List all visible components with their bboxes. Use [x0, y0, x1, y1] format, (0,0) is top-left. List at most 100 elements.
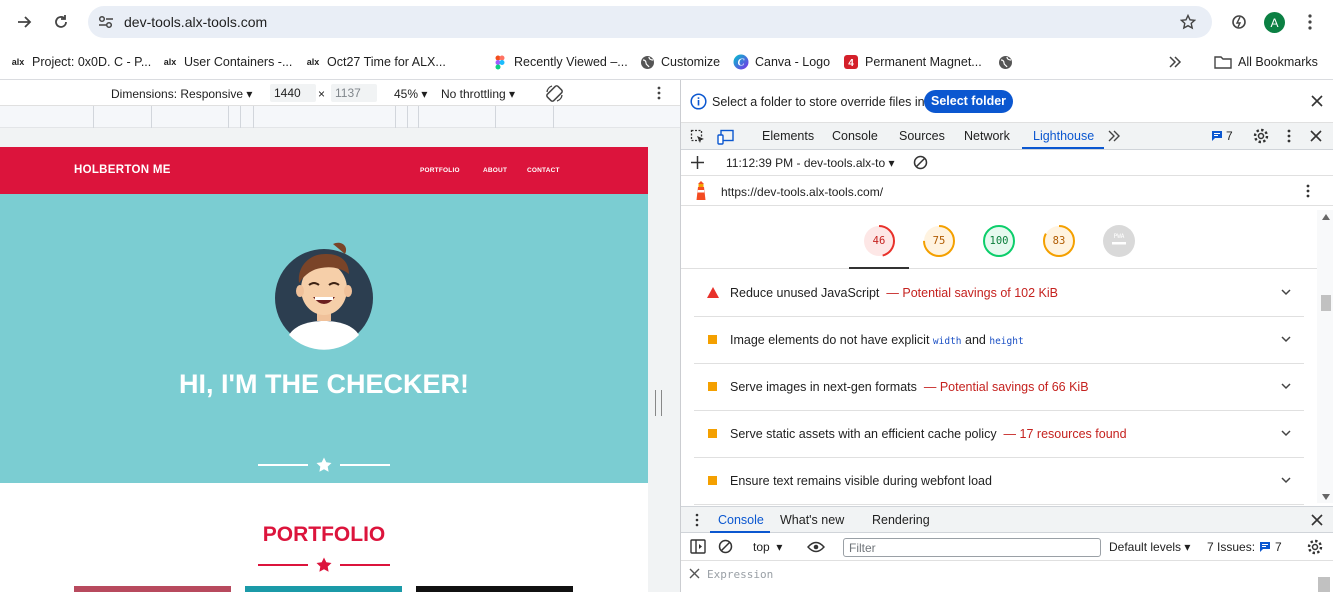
- throttling-dropdown[interactable]: No throttling ▾: [441, 87, 515, 101]
- performance-gauge[interactable]: 46: [862, 224, 896, 258]
- remove-expression-icon[interactable]: [689, 568, 700, 579]
- performance-button[interactable]: [1225, 8, 1253, 36]
- browser-toolbar: dev-tools.alx-tools.com A: [0, 0, 1333, 44]
- devtools-menu-icon[interactable]: [1285, 128, 1293, 144]
- score-gauges: 46 75 100 83 PWA: [681, 206, 1317, 269]
- site-settings-icon[interactable]: [98, 15, 114, 29]
- settings-gear-icon[interactable]: [1253, 128, 1269, 144]
- portfolio-card[interactable]: [416, 586, 573, 592]
- media-query-ruler[interactable]: [0, 106, 680, 128]
- portfolio-card[interactable]: [245, 586, 402, 592]
- width-input[interactable]: 1440: [270, 84, 316, 102]
- globe-icon: [639, 54, 655, 70]
- expression-input[interactable]: Expression: [707, 568, 773, 581]
- drawer-tab-console[interactable]: Console: [718, 513, 764, 527]
- device-toolbar-menu-icon[interactable]: [651, 85, 667, 101]
- report-menu-icon[interactable]: [1304, 183, 1312, 199]
- drawer-tab-rendering[interactable]: Rendering: [872, 513, 930, 527]
- best-practices-gauge[interactable]: 100: [982, 224, 1016, 258]
- select-folder-button[interactable]: Select folder: [924, 90, 1014, 113]
- close-icon[interactable]: [1311, 95, 1323, 107]
- plus-icon[interactable]: [691, 156, 704, 169]
- accessibility-gauge[interactable]: 75: [922, 224, 956, 258]
- reload-button[interactable]: [47, 8, 75, 36]
- chevron-down-icon: [1281, 336, 1291, 343]
- nav-link-about[interactable]: ABOUT: [483, 167, 507, 174]
- bookmark-item[interactable]: Recently Viewed –...: [492, 52, 628, 72]
- inspect-element-icon[interactable]: [690, 129, 706, 145]
- reload-icon: [55, 15, 67, 28]
- seo-gauge[interactable]: 83: [1042, 224, 1076, 258]
- clear-icon[interactable]: [913, 155, 928, 170]
- website-preview: HOLBERTON ME PORTFOLIO ABOUT CONTACT HI,…: [0, 147, 648, 592]
- svg-text:C: C: [738, 58, 745, 69]
- portfolio-card[interactable]: [74, 586, 231, 592]
- dimensions-dropdown[interactable]: Dimensions: Responsive ▾: [111, 87, 252, 101]
- bookmark-item[interactable]: C Canva - Logo: [733, 52, 830, 72]
- bookmark-star-icon[interactable]: [1180, 14, 1196, 30]
- tab-sources[interactable]: Sources: [899, 129, 945, 143]
- audit-row[interactable]: Serve static assets with an efficient ca…: [694, 411, 1304, 458]
- address-bar[interactable]: dev-tools.alx-tools.com: [88, 6, 1212, 38]
- sidebar-toggle-icon[interactable]: [690, 539, 706, 554]
- audit-row[interactable]: Ensure text remains visible during webfo…: [694, 458, 1304, 505]
- tab-console[interactable]: Console: [832, 129, 878, 143]
- bookmark-item[interactable]: 4 Permanent Magnet...: [843, 52, 982, 72]
- log-levels-dropdown[interactable]: Default levels ▾: [1109, 540, 1190, 554]
- audit-title: Serve images in next-gen formats — Poten…: [730, 380, 1089, 394]
- close-devtools-icon[interactable]: [1310, 130, 1322, 142]
- console-settings-icon[interactable]: [1307, 539, 1323, 555]
- context-selector[interactable]: top ▾: [753, 540, 782, 554]
- more-bookmarks-button[interactable]: [1168, 52, 1182, 72]
- eye-icon[interactable]: [807, 541, 825, 553]
- fail-triangle-icon: [707, 287, 719, 298]
- site-brand[interactable]: HOLBERTON ME: [74, 164, 171, 176]
- zoom-dropdown[interactable]: 45% ▾: [394, 87, 427, 101]
- override-infobar: Select a folder to store override files …: [681, 80, 1333, 123]
- console-issues-counter[interactable]: 7 Issues: 7: [1207, 540, 1282, 554]
- forward-button[interactable]: [10, 8, 38, 36]
- drawer-menu-icon[interactable]: [694, 513, 700, 527]
- close-drawer-icon[interactable]: [1311, 514, 1323, 526]
- tab-lighthouse[interactable]: Lighthouse: [1033, 129, 1094, 143]
- bookmark-item[interactable]: Customize: [639, 52, 720, 72]
- times-sign: ×: [318, 87, 326, 101]
- scroll-down-icon[interactable]: [1322, 494, 1330, 500]
- audit-row[interactable]: Serve images in next-gen formats — Poten…: [694, 364, 1304, 411]
- speed-icon: [1232, 15, 1246, 29]
- avatar[interactable]: A: [1264, 12, 1285, 33]
- console-scrollbar-thumb[interactable]: [1318, 577, 1330, 592]
- tab-elements[interactable]: Elements: [762, 129, 814, 143]
- clear-console-icon[interactable]: [718, 539, 733, 554]
- bookmark-item[interactable]: alx User Containers -...: [162, 52, 293, 72]
- nav-link-contact[interactable]: CONTACT: [527, 167, 560, 174]
- viewport-resize-handle[interactable]: [655, 390, 662, 416]
- all-bookmarks-button[interactable]: All Bookmarks: [1214, 52, 1318, 72]
- url-text[interactable]: dev-tools.alx-tools.com: [124, 14, 267, 30]
- bookmark-item[interactable]: alx Oct27 Time for ALX...: [305, 52, 446, 72]
- drawer-tabbar: Console What's new Rendering: [681, 506, 1333, 533]
- audit-row[interactable]: Image elements do not have explicit widt…: [694, 317, 1304, 364]
- rotate-icon[interactable]: [545, 84, 564, 103]
- report-selector[interactable]: 11:12:39 PM - dev-tools.alx-to ▾: [726, 156, 895, 170]
- star-icon: [316, 557, 332, 572]
- nav-link-portfolio[interactable]: PORTFOLIO: [420, 167, 460, 174]
- console-filter-input[interactable]: Filter: [843, 538, 1101, 557]
- pwa-gauge[interactable]: PWA: [1102, 224, 1136, 258]
- audit-title: Image elements do not have explicit widt…: [730, 333, 1024, 347]
- device-toggle-icon[interactable]: [717, 129, 735, 145]
- browser-menu-button[interactable]: [1302, 12, 1318, 32]
- issues-counter[interactable]: 7: [1211, 129, 1233, 143]
- message-icon: [1260, 542, 1271, 552]
- height-input[interactable]: 1137: [331, 84, 377, 102]
- report-scrollbar[interactable]: [1317, 210, 1333, 503]
- scrollbar-thumb[interactable]: [1321, 295, 1331, 311]
- tab-network[interactable]: Network: [964, 129, 1010, 143]
- more-tabs-icon[interactable]: [1107, 130, 1121, 142]
- scroll-up-icon[interactable]: [1322, 214, 1330, 220]
- bookmark-item[interactable]: alx Project: 0x0D. C - P...: [10, 52, 152, 72]
- bookmark-globe-item[interactable]: [997, 52, 1013, 72]
- drawer-tab-whats-new[interactable]: What's new: [780, 513, 844, 527]
- audit-row[interactable]: Reduce unused JavaScript — Potential sav…: [694, 270, 1304, 317]
- report-url[interactable]: https://dev-tools.alx-tools.com/: [721, 185, 883, 199]
